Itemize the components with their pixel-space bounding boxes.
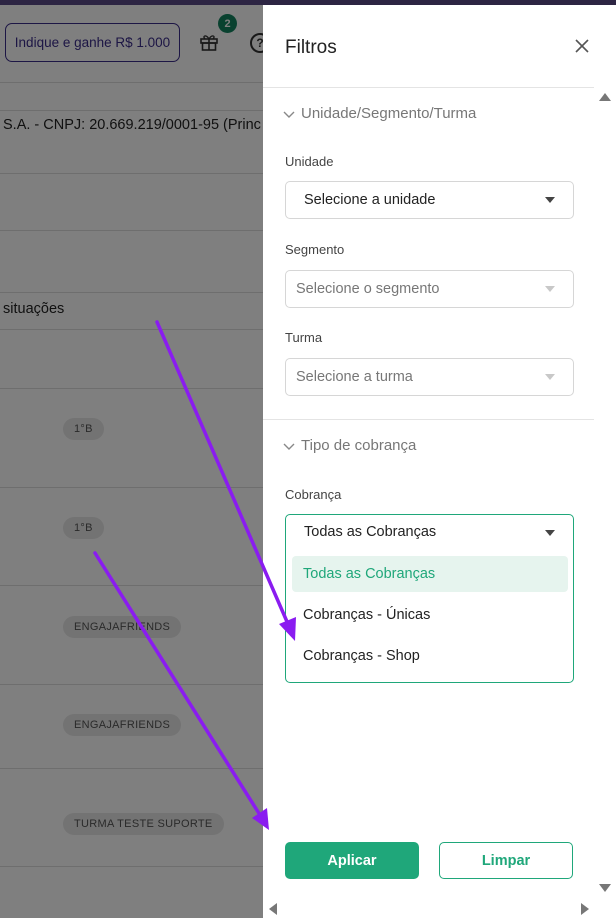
filters-drawer: Filtros Unidade/Segmento/Turma Unidade S… [263, 5, 616, 918]
billing-label: Cobrança [285, 487, 342, 502]
billing-option-single[interactable]: Cobranças - Únicas [292, 597, 568, 633]
billing-option-shop[interactable]: Cobranças - Shop [292, 638, 568, 674]
drawer-title: Filtros [285, 37, 337, 58]
divider [263, 419, 594, 420]
class-select-value: Selecione a turma [296, 369, 413, 385]
section-billing-type[interactable]: Tipo de cobrança [283, 437, 416, 454]
billing-option-all[interactable]: Todas as Cobranças [292, 556, 568, 592]
section-title: Tipo de cobrança [301, 437, 417, 454]
scroll-down-icon[interactable] [599, 884, 611, 892]
unit-label: Unidade [285, 154, 334, 169]
caret-down-icon [545, 374, 555, 380]
segment-select[interactable]: Selecione o segmento [285, 270, 574, 308]
close-icon[interactable] [573, 37, 591, 55]
segment-label: Segmento [285, 242, 345, 257]
unit-select-value: Selecione a unidade [304, 192, 436, 208]
class-select[interactable]: Selecione a turma [285, 358, 574, 396]
chevron-down-icon [283, 111, 295, 118]
billing-select-value: Todas as Cobranças [304, 524, 437, 540]
divider [263, 87, 594, 88]
caret-down-icon [545, 286, 555, 292]
scroll-up-icon[interactable] [599, 93, 611, 101]
scroll-left-icon[interactable] [269, 903, 277, 915]
unit-select[interactable]: Selecione a unidade [285, 181, 574, 219]
class-label: Turma [285, 330, 323, 345]
segment-select-value: Selecione o segmento [296, 281, 440, 297]
clear-button[interactable]: Limpar [439, 842, 573, 879]
caret-down-icon [545, 197, 555, 203]
chevron-down-icon [283, 443, 295, 450]
billing-select[interactable]: Todas as Cobranças Todas as Cobranças Co… [285, 514, 574, 683]
scroll-right-icon[interactable] [581, 903, 589, 915]
section-title: Unidade/Segmento/Turma [301, 105, 477, 122]
apply-button[interactable]: Aplicar [285, 842, 419, 879]
caret-down-icon [545, 530, 555, 536]
section-unit-segment-class[interactable]: Unidade/Segmento/Turma [283, 105, 476, 122]
